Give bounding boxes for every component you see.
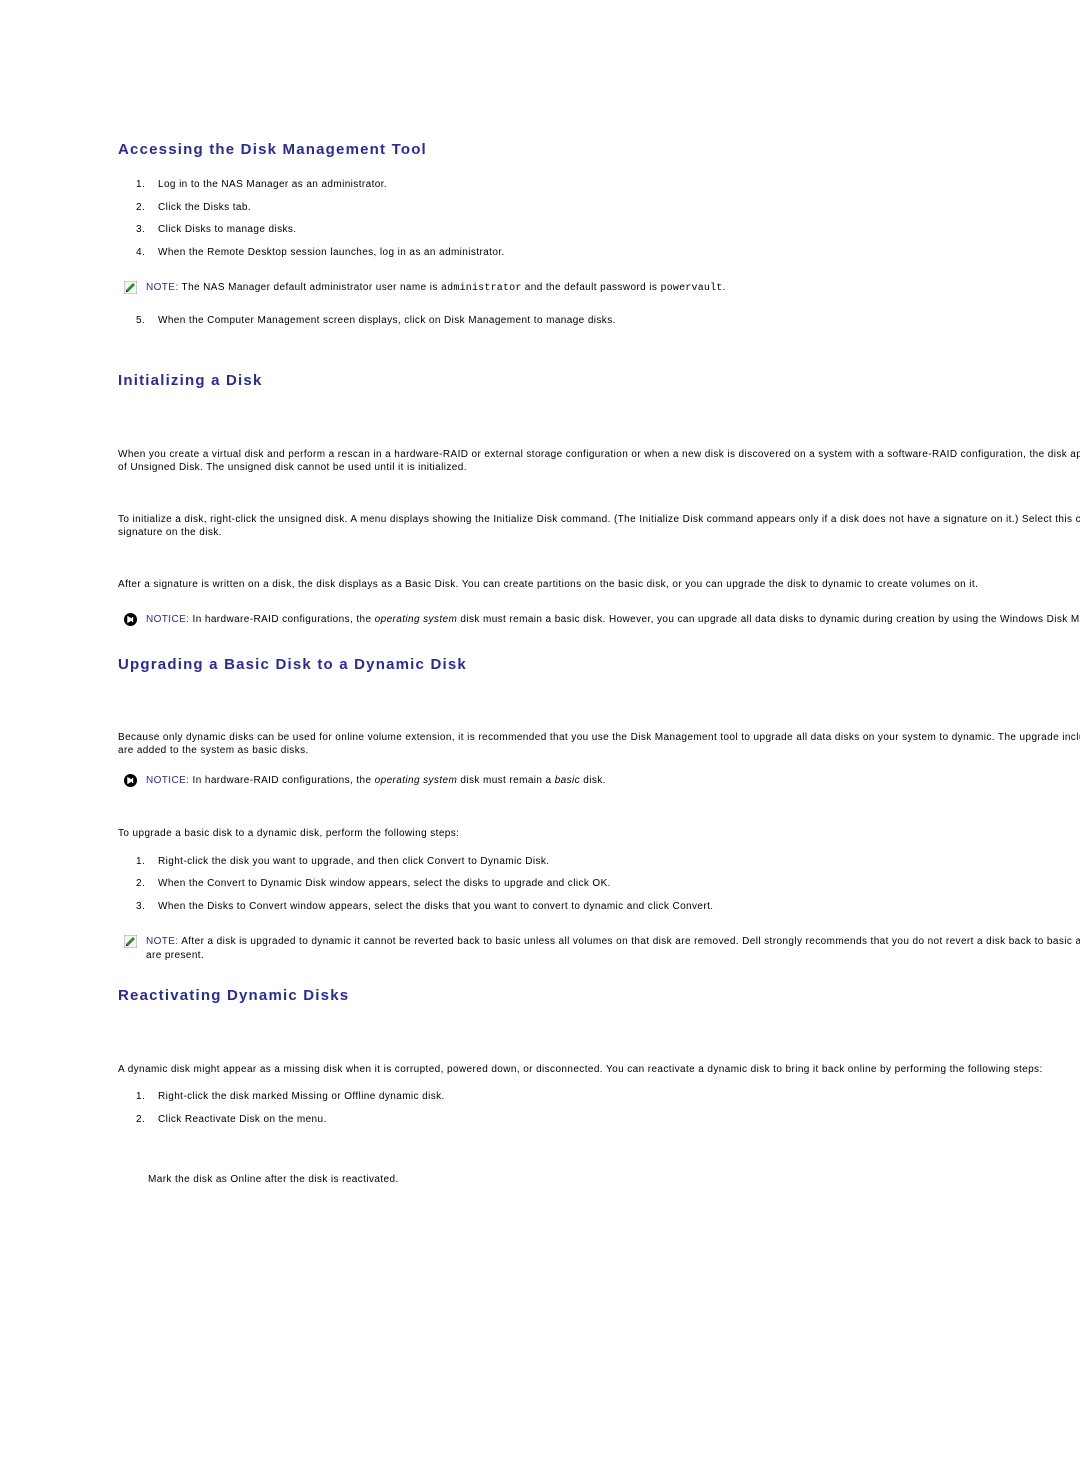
step-item: Log in to the NAS Manager as an administ… (158, 178, 1080, 192)
step-text: When the Convert to Dynamic Disk window … (158, 878, 611, 889)
code-administrator: administrator (441, 283, 522, 294)
note-text: NOTE: After a disk is upgraded to dynami… (146, 935, 1080, 962)
notice-callout-upgrading: NOTICE: In hardware-RAID configurations,… (124, 774, 1080, 788)
note-callout-accessing: NOTE: The NAS Manager default administra… (124, 281, 1080, 296)
para: After a signature is written on a disk, … (118, 578, 1080, 592)
para: To upgrade a basic disk to a dynamic dis… (118, 827, 1080, 841)
notice-icon (124, 613, 146, 626)
reactivating-steps: Right-click the disk marked Missing or O… (118, 1090, 1080, 1126)
heading-accessing: Accessing the Disk Management Tool (118, 140, 1080, 160)
para: A dynamic disk might appear as a missing… (118, 1063, 1080, 1077)
para: When you create a virtual disk and perfo… (118, 448, 1080, 475)
note-icon (124, 935, 146, 948)
step-item: Right-click the disk marked Missing or O… (158, 1090, 1080, 1104)
step-text: Click the Disks tab. (158, 202, 251, 213)
notice-text: NOTICE: In hardware-RAID configurations,… (146, 613, 1080, 627)
note-text: NOTE: The NAS Manager default administra… (146, 281, 726, 296)
step-text: When the Remote Desktop session launches… (158, 247, 505, 258)
step-item: When the Remote Desktop session launches… (158, 246, 1080, 260)
heading-initializing: Initializing a Disk (118, 371, 1080, 391)
step-item: Click Reactivate Disk on the menu. (158, 1113, 1080, 1127)
heading-upgrading: Upgrading a Basic Disk to a Dynamic Disk (118, 655, 1080, 675)
step-item: Right-click the disk you want to upgrade… (158, 855, 1080, 869)
code-powervault: powervault (661, 283, 723, 294)
notice-callout-initializing: NOTICE: In hardware-RAID configurations,… (124, 613, 1080, 627)
upgrading-steps: Right-click the disk you want to upgrade… (118, 855, 1080, 914)
notice-text: NOTICE: In hardware-RAID configurations,… (146, 774, 606, 788)
step-item: When the Computer Management screen disp… (158, 314, 1080, 328)
step-text: Click Disks to manage disks. (158, 224, 296, 235)
note-lead: NOTE: (146, 936, 179, 947)
step-text: Right-click the disk you want to upgrade… (158, 856, 549, 867)
note-icon (124, 281, 146, 294)
step-text: When the Disks to Convert window appears… (158, 901, 713, 912)
step-item: Click the Disks tab. (158, 201, 1080, 215)
para: To initialize a disk, right-click the un… (118, 513, 1080, 540)
note-lead: NOTE: (146, 282, 179, 293)
para: Because only dynamic disks can be used f… (118, 731, 1080, 758)
step-item: When the Convert to Dynamic Disk window … (158, 877, 1080, 891)
note-callout-upgrading: NOTE: After a disk is upgraded to dynami… (124, 935, 1080, 962)
step-text: Click Reactivate Disk on the menu. (158, 1114, 327, 1125)
step-text: When the Computer Management screen disp… (158, 315, 616, 326)
para: Mark the disk as Online after the disk i… (118, 1173, 1080, 1187)
heading-reactivating: Reactivating Dynamic Disks (118, 986, 1080, 1006)
notice-lead: NOTICE: (146, 775, 189, 786)
accessing-steps-b: When the Computer Management screen disp… (118, 314, 1080, 328)
notice-lead: NOTICE: (146, 614, 189, 625)
step-item: Click Disks to manage disks. (158, 223, 1080, 237)
step-text: Log in to the NAS Manager as an administ… (158, 179, 387, 190)
accessing-steps-a: Log in to the NAS Manager as an administ… (118, 178, 1080, 259)
notice-icon (124, 774, 146, 787)
step-item: When the Disks to Convert window appears… (158, 900, 1080, 914)
step-text: Right-click the disk marked Missing or O… (158, 1091, 445, 1102)
